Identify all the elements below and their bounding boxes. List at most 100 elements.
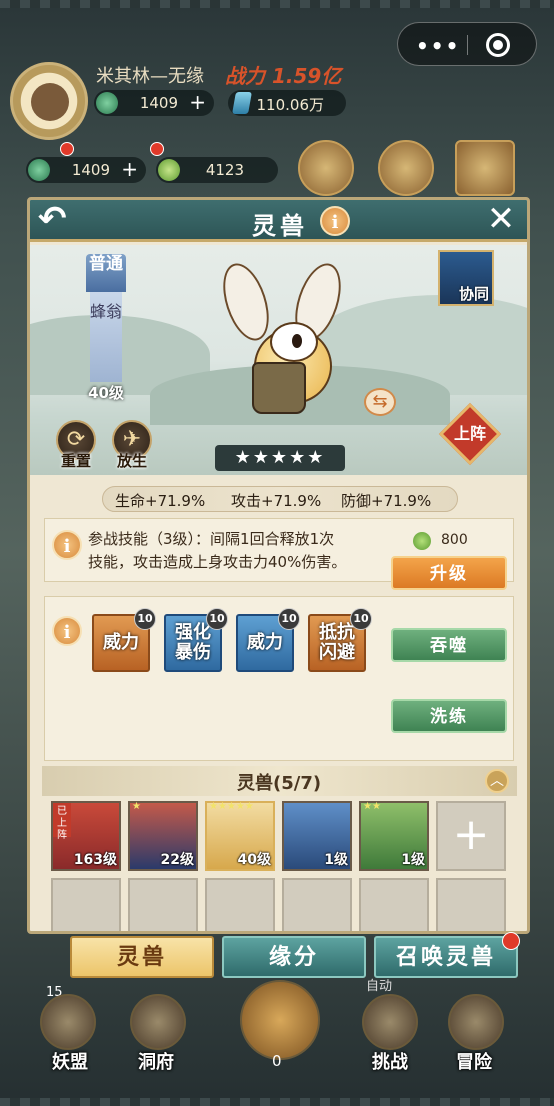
close-icon[interactable]: ✕: [482, 202, 520, 240]
auto-label: 自动: [366, 979, 393, 994]
panel-title: 灵兽: [252, 212, 308, 240]
add-slot-icon: +: [452, 809, 490, 860]
trait-info-icon[interactable]: i: [52, 616, 82, 646]
collab-label: 协同: [458, 285, 489, 303]
release-label: 放生: [116, 452, 147, 470]
back-arrow-icon[interactable]: ↶: [38, 202, 78, 240]
seed-counter: 4123: [156, 157, 278, 183]
bee-cloak: [252, 362, 306, 414]
add-jade-top-button[interactable]: +: [189, 90, 206, 114]
red-dot-badge: [60, 142, 74, 156]
on-field-tag: 已上阵: [53, 803, 71, 841]
miniprogram-capsule: •••: [397, 22, 537, 66]
skill-info-icon[interactable]: i: [52, 530, 82, 560]
jade-counter: 1409 +: [26, 157, 146, 183]
collapse-arrow-icon[interactable]: ︿: [485, 769, 509, 793]
skill-description: 参战技能（3级）：间隔1回合释放1次 技能，攻击造成上身攻击力40%伤害。: [88, 528, 390, 574]
trait-slot[interactable]: 威力 10: [236, 608, 300, 672]
trait-slot[interactable]: 抵抗闪避 10: [308, 608, 372, 672]
more-dots-icon[interactable]: •••: [416, 34, 460, 58]
combat-power: 战力 1.59亿: [225, 64, 342, 88]
bee-face: [270, 322, 318, 362]
nav-challenge[interactable]: 挑战: [372, 1048, 408, 1074]
tab-beast[interactable]: 灵兽: [70, 936, 214, 978]
stat-bonus-bar: 生命+71.9% 攻击+71.9% 防御+71.9%: [102, 486, 458, 512]
deploy-button[interactable]: 上阵: [438, 402, 502, 466]
zero-count: 0: [272, 1052, 282, 1070]
beast-slot[interactable]: 已上阵 163级: [51, 801, 121, 871]
adventure-icon[interactable]: [448, 994, 504, 1050]
skill-line-1: 参战技能（3级）：间隔1回合释放1次: [88, 530, 335, 548]
trait-slot[interactable]: 威力 10: [92, 608, 156, 672]
jade-value-top: 1409: [139, 94, 178, 112]
upgrade-button[interactable]: 升级: [391, 556, 507, 590]
beast-slot[interactable]: 1级: [282, 801, 352, 871]
bottom-border: [0, 1098, 554, 1106]
jade-coin-icon: [28, 159, 50, 181]
beast-slot[interactable]: ★★ 1级: [359, 801, 429, 871]
red-dot-badge: [150, 142, 164, 156]
locked-beast-slot[interactable]: [436, 878, 506, 931]
slot-level: 40级: [237, 852, 271, 868]
locked-beast-slot[interactable]: [359, 878, 429, 931]
lotus-event-icon[interactable]: [298, 140, 354, 196]
empty-beast-slot[interactable]: +: [436, 801, 506, 871]
bee-eye: [292, 334, 302, 348]
seed-icon: [158, 159, 180, 181]
skill-line-2: 技能，攻击造成上身攻击力40%伤害。: [88, 553, 347, 571]
nav-alliance[interactable]: 妖盟: [52, 1048, 88, 1074]
trait-level-badge: 10: [134, 608, 156, 630]
beast-level: 40级: [88, 384, 124, 402]
seed-value: 4123: [205, 161, 244, 179]
refine-button[interactable]: 洗练: [391, 699, 507, 733]
trait-level-badge: 10: [206, 608, 228, 630]
beast-name: 蜂翁: [90, 292, 122, 382]
swap-icon[interactable]: ⇆: [364, 388, 396, 416]
jade-coin-icon: [96, 92, 118, 114]
slot-stars: ★: [132, 801, 141, 812]
challenge-icon[interactable]: [362, 994, 418, 1050]
top-border: [0, 0, 554, 8]
summon-red-dot: [502, 932, 520, 950]
collab-beast-button[interactable]: 协同: [438, 250, 494, 306]
trait-slot[interactable]: 强化暴伤 10: [164, 608, 228, 672]
beast-slot-selected[interactable]: ★★★★★ 40级: [205, 801, 275, 871]
roster-title: 灵兽(5/7): [237, 773, 322, 794]
tab-summon[interactable]: 召唤灵兽: [374, 936, 518, 978]
trait-level-badge: 10: [350, 608, 372, 630]
trait-name: 威力: [103, 632, 139, 653]
locked-beast-slot[interactable]: [205, 878, 275, 931]
trait-level-badge: 10: [278, 608, 300, 630]
locked-beast-slot[interactable]: [282, 878, 352, 931]
beast-grade-banner: 普通 蜂翁 40级: [86, 254, 126, 404]
locked-beast-slot[interactable]: [51, 878, 121, 931]
alliance-icon[interactable]: [40, 994, 96, 1050]
book-event-icon[interactable]: [455, 140, 515, 196]
seed-icon: [413, 532, 431, 550]
player-avatar[interactable]: [10, 62, 88, 140]
target-circle-icon[interactable]: [486, 33, 510, 57]
tab-fate[interactable]: 缘分: [222, 936, 366, 978]
nav-adventure[interactable]: 冒险: [456, 1048, 492, 1074]
slot-stars: ★★: [363, 801, 381, 812]
locked-beast-slot[interactable]: 200: [128, 878, 198, 931]
gift-event-icon[interactable]: [378, 140, 434, 196]
upgrade-cost-value: 800: [441, 532, 468, 548]
trait-name: 强化暴伤: [175, 622, 211, 663]
cave-icon[interactable]: [130, 994, 186, 1050]
devour-button[interactable]: 吞噬: [391, 628, 507, 662]
def-bonus: 防御+71.9%: [341, 492, 432, 510]
beast-slot[interactable]: ★ 22级: [128, 801, 198, 871]
slot-level: 163级: [73, 852, 117, 868]
central-gong-icon[interactable]: [240, 980, 320, 1060]
add-jade-button[interactable]: +: [121, 157, 138, 181]
trait-name: 威力: [247, 632, 283, 653]
hp-bonus: 生命+71.9%: [115, 492, 206, 510]
nav-cave[interactable]: 洞府: [138, 1048, 174, 1074]
slot-level: 22级: [160, 852, 194, 868]
star-rating: ★★★★★: [215, 445, 345, 471]
roster-header: 灵兽(5/7): [42, 766, 517, 796]
info-icon[interactable]: i: [320, 206, 350, 236]
spirit-beast-panel: ↶ 灵兽 i ✕ 普通 蜂翁 40级 协同 ⟳ 重置 ✈ 放生 ⇆ 上阵 ★★★…: [27, 197, 530, 934]
slot-stars: ★★★★★: [209, 801, 254, 812]
